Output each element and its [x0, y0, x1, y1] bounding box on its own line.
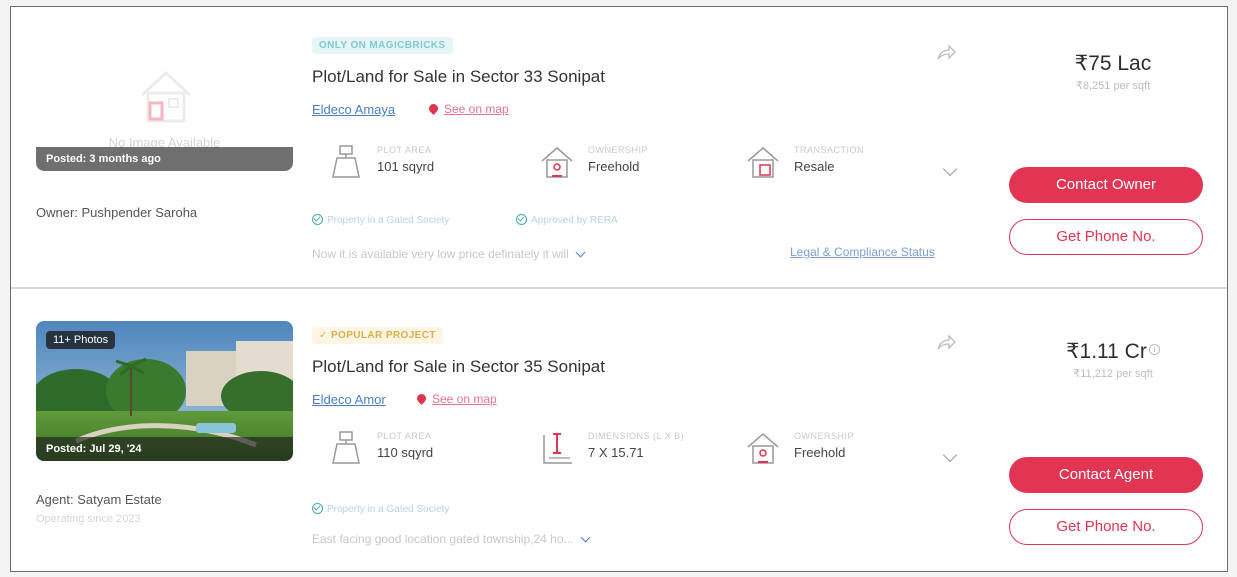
stat-value: Freehold: [588, 159, 640, 174]
listing-description[interactable]: Now it is available very low price defin…: [312, 247, 586, 261]
stat-value: 101 sqyrd: [377, 159, 435, 174]
listing-card[interactable]: No Image Available Posted: 3 months ago …: [11, 7, 1227, 289]
stat-label: OWNERSHIP: [794, 431, 855, 441]
no-image-placeholder: No Image Available Posted: 3 months ago: [36, 31, 293, 171]
check-circle-icon: [516, 214, 527, 225]
listing-results: No Image Available Posted: 3 months ago …: [10, 6, 1228, 572]
rera-approved-chip: Approved by RERA: [516, 214, 618, 226]
popular-project-tag: ✓ POPULAR PROJECT: [312, 327, 443, 344]
info-icon[interactable]: i: [1148, 344, 1160, 355]
gated-society-chip: Property in a Gated Society: [312, 503, 449, 515]
see-on-map-link[interactable]: See on map: [427, 102, 509, 116]
contact-agent-button[interactable]: Contact Agent: [1009, 457, 1203, 493]
house-placeholder-icon: [140, 70, 192, 123]
stat-value: Resale: [794, 159, 835, 174]
expand-stats-chevron-icon[interactable]: [942, 447, 958, 463]
see-on-map-label: See on map: [444, 102, 509, 116]
transaction-icon: [747, 147, 779, 178]
photo-count-badge[interactable]: 11+ Photos: [46, 331, 116, 349]
dimensions-stat: DIMENSIONS (L X B) 7 X 15.71: [540, 431, 740, 471]
plot-area-icon: [332, 431, 360, 464]
stat-label: OWNERSHIP: [588, 145, 649, 155]
project-link[interactable]: Eldeco Amaya: [312, 102, 395, 117]
chip-label: Approved by RERA: [531, 215, 618, 226]
owner-name: Owner: Pushpender Saroha: [36, 205, 198, 220]
get-phone-button[interactable]: Get Phone No.: [1009, 509, 1203, 545]
posted-date-badge: Posted: 3 months ago: [36, 147, 293, 171]
agent-name[interactable]: Agent: Satyam Estate: [36, 492, 162, 507]
plot-area-stat: PLOT AREA 101 sqyrd: [329, 145, 519, 185]
price-per-sqft: ₹11,212 per sqft: [1073, 368, 1153, 380]
project-link[interactable]: Eldeco Amor: [312, 392, 386, 407]
contact-owner-button[interactable]: Contact Owner: [1009, 167, 1203, 203]
listing-card[interactable]: 11+ Photos Posted: Jul 29, '24 Agent: Sa…: [11, 291, 1227, 571]
ownership-stat: OWNERSHIP Freehold: [746, 431, 936, 471]
get-phone-button[interactable]: Get Phone No.: [1009, 219, 1203, 255]
chip-label: Property in a Gated Society: [327, 504, 450, 515]
chip-label: Property in a Gated Society: [327, 215, 450, 226]
description-text: Now it is available very low price defin…: [312, 247, 569, 261]
stat-label: PLOT AREA: [377, 431, 432, 441]
expand-description-chevron-icon[interactable]: [580, 532, 590, 543]
share-icon[interactable]: [936, 333, 956, 351]
expand-description-chevron-icon[interactable]: [575, 247, 586, 258]
exclusive-tag: ONLY ON MAGICBRICKS: [312, 37, 453, 54]
see-on-map-label: See on map: [432, 392, 497, 406]
stat-value: 110 sqyrd: [377, 445, 434, 460]
see-on-map-link[interactable]: See on map: [415, 392, 497, 406]
description-text: East facing good location gated township…: [312, 532, 574, 546]
check-circle-icon: [312, 214, 323, 225]
plot-area-icon: [332, 145, 360, 178]
price-per-sqft: ₹8,251 per sqft: [1075, 80, 1151, 92]
map-pin-icon: [415, 392, 428, 405]
listing-description[interactable]: East facing good location gated township…: [312, 532, 590, 546]
check-circle-icon: [312, 503, 323, 514]
stat-value: 7 X 15.71: [588, 445, 644, 460]
listing-price: ₹1.11 Cr i: [1009, 339, 1217, 364]
listing-price: ₹75 Lac: [1074, 52, 1152, 75]
gated-society-chip: Property in a Gated Society: [312, 214, 449, 226]
map-pin-icon: [427, 102, 440, 115]
posted-date-badge: Posted: Jul 29, '24: [36, 437, 293, 461]
share-icon[interactable]: [936, 43, 956, 61]
operating-since: Operating since 2023: [36, 513, 141, 525]
stat-value: Freehold: [794, 445, 846, 460]
price-value: ₹1.11 Cr: [1066, 340, 1147, 363]
expand-stats-chevron-icon[interactable]: [942, 161, 958, 177]
listing-title[interactable]: Plot/Land for Sale in Sector 35 Sonipat: [312, 357, 605, 377]
ownership-stat: OWNERSHIP Freehold: [540, 145, 730, 185]
house-icon: [541, 147, 573, 178]
legal-status-link[interactable]: Legal & Compliance Status: [790, 245, 935, 259]
stat-label: PLOT AREA: [377, 145, 432, 155]
house-icon: [747, 433, 779, 464]
plot-area-stat: PLOT AREA 110 sqyrd: [329, 431, 519, 471]
stat-label: TRANSACTION: [794, 145, 865, 155]
dimensions-icon: [543, 433, 572, 464]
listing-title[interactable]: Plot/Land for Sale in Sector 33 Sonipat: [312, 67, 605, 87]
transaction-stat: TRANSACTION Resale: [746, 145, 936, 185]
stat-label: DIMENSIONS (L X B): [588, 431, 685, 441]
listing-photo[interactable]: 11+ Photos Posted: Jul 29, '24: [36, 321, 293, 461]
